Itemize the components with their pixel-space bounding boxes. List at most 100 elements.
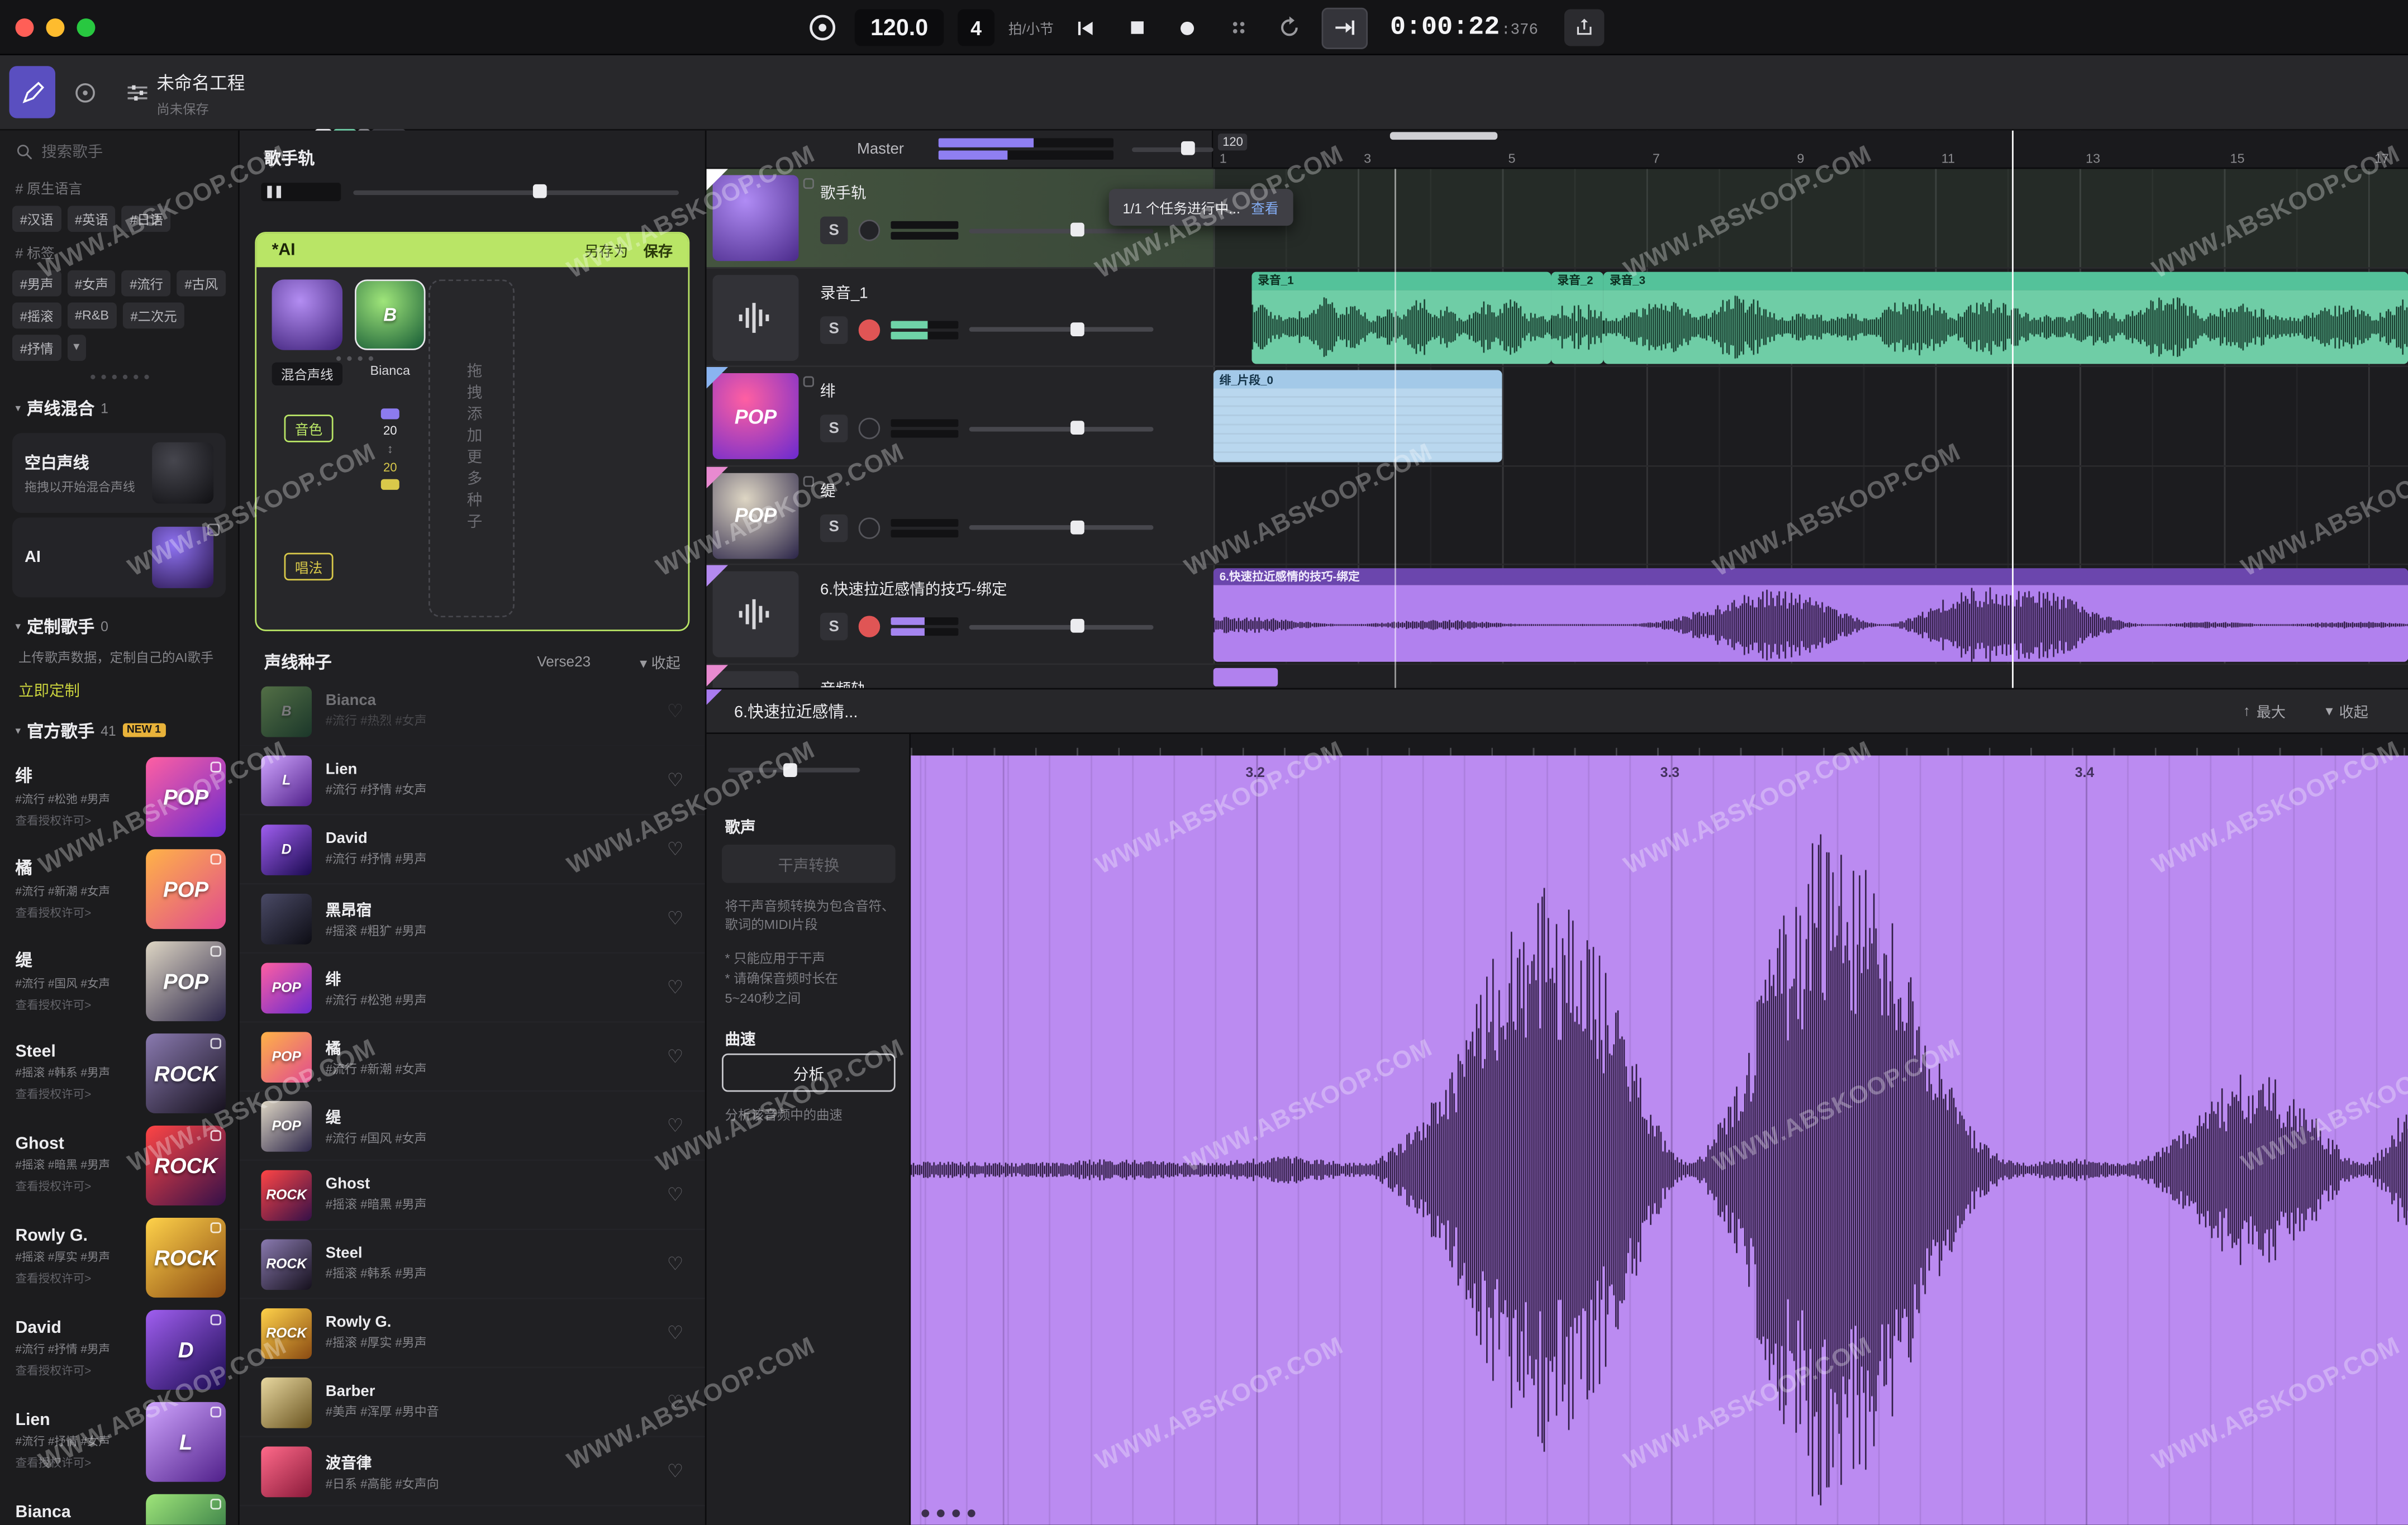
tempo-display[interactable]: 120.0 (855, 9, 944, 46)
disclosure-triangle-icon[interactable]: ▾ (15, 621, 21, 633)
disclosure-triangle-icon[interactable]: ▾ (15, 402, 21, 414)
close-window-button[interactable] (15, 18, 34, 37)
dry-vocal-convert-button[interactable]: 干声转换 (722, 845, 896, 883)
search-row[interactable] (0, 131, 238, 170)
loop-region[interactable] (1390, 132, 1497, 140)
waveform-editor[interactable]: 3.23.33.4 (911, 734, 2408, 1525)
official-singer-item[interactable]: Lien #流行 #抒情 #女声 查看授权许可> L (0, 1396, 238, 1488)
favorite-heart-icon[interactable]: ♡ (667, 1115, 684, 1136)
more-tags-button[interactable]: ▾ (67, 335, 85, 361)
arrangement-lanes[interactable]: 120 1357911131517 录音_1 录音_2 录音_3 (1213, 131, 2408, 688)
volume-slider[interactable] (969, 426, 1154, 431)
voice-seed-item[interactable]: ROCK Rowly G. #摇滚 #厚实 #男声 ♡ (240, 1299, 705, 1369)
record-arm-button[interactable] (859, 616, 880, 637)
analyze-tempo-button[interactable]: 分析 (722, 1054, 896, 1092)
singer-license-link[interactable]: 查看授权许可> (15, 1455, 110, 1471)
favorite-heart-icon[interactable]: ♡ (667, 700, 684, 722)
track-header-row[interactable]: 音频轨 S (707, 664, 1213, 688)
style-chip[interactable]: 唱法 (284, 553, 334, 580)
share-button[interactable] (1564, 9, 1604, 46)
lane-audio-track-2[interactable] (1213, 664, 2408, 688)
follow-playhead-button[interactable] (1321, 7, 1367, 48)
timbre-chip[interactable]: 音色 (284, 414, 334, 442)
solo-button[interactable]: S (820, 514, 848, 541)
official-singer-item[interactable]: Bianca #流行 #热烈 #女声 查看授权许可> B (0, 1488, 238, 1524)
voice-seed-item[interactable]: Barber #美声 #浑厚 #男中音 ♡ (240, 1368, 705, 1437)
voice-seed-item[interactable]: POP 橘 #流行 #新潮 #女声 ♡ (240, 1023, 705, 1092)
pen-tool-button[interactable] (9, 66, 55, 118)
ai-voice-card[interactable]: AI (12, 517, 226, 597)
playhead[interactable] (2012, 131, 2014, 688)
timeline-ruler[interactable]: 120 1357911131517 (1213, 131, 2408, 169)
master-volume-slider[interactable] (1131, 147, 1213, 151)
solo-button[interactable]: S (820, 316, 848, 343)
voice-seed-item[interactable]: ROCK Steel #摇滚 #韩系 #男声 ♡ (240, 1230, 705, 1299)
editor-zoom-slider[interactable] (728, 768, 860, 773)
favorite-heart-icon[interactable]: ♡ (667, 976, 684, 998)
filter-tag[interactable]: #流行 (122, 270, 170, 297)
track-header-row[interactable]: POP 绯 S (707, 367, 1213, 466)
favorite-heart-icon[interactable]: ♡ (667, 1322, 684, 1343)
solo-button[interactable]: S (820, 217, 848, 244)
favorite-heart-icon[interactable]: ♡ (667, 1460, 684, 1481)
customize-now-link[interactable]: 立即定制 (0, 671, 238, 706)
official-singer-item[interactable]: David #流行 #抒情 #男声 查看授权许可> D (0, 1304, 238, 1396)
singer-license-link[interactable]: 查看授权许可> (15, 813, 110, 830)
volume-slider[interactable] (969, 624, 1154, 628)
singer-license-link[interactable]: 查看授权许可> (15, 1179, 110, 1195)
filter-tag[interactable]: #女声 (67, 270, 116, 297)
save-as-button[interactable]: 另存为 (584, 240, 628, 261)
seed-drop-zone[interactable]: 拖拽添加更多种子 (429, 279, 515, 617)
audio-clip[interactable] (1213, 667, 1278, 685)
favorite-heart-icon[interactable]: ♡ (667, 1253, 684, 1274)
filter-tag[interactable]: #汉语 (12, 206, 61, 232)
voice-seed-item[interactable]: 波音律 #日系 #高能 #女声向 ♡ (240, 1437, 705, 1507)
lane-ti-track[interactable] (1213, 466, 2408, 565)
filter-tag[interactable]: #摇滚 (12, 303, 61, 329)
fader-handle-bottom[interactable] (381, 479, 399, 490)
select-tool-button[interactable] (61, 66, 107, 118)
official-singer-item[interactable]: Rowly G. #摇滚 #厚实 #男声 查看授权许可> ROCK (0, 1212, 238, 1304)
seeds-mode-label[interactable]: Verse23 (537, 654, 591, 670)
zoom-window-button[interactable] (77, 18, 95, 37)
favorite-heart-icon[interactable]: ♡ (667, 838, 684, 860)
fader-handle-top[interactable] (381, 408, 399, 419)
official-singer-section-header[interactable]: ▾ 官方歌手 41 NEW 1 (0, 706, 238, 751)
skip-to-start-button[interactable] (1068, 9, 1105, 46)
filter-tag[interactable]: #英语 (67, 206, 116, 232)
voice-seed-item[interactable]: ROCK Ghost #摇滚 #暗黑 #男声 ♡ (240, 1161, 705, 1230)
record-arm-button[interactable] (859, 418, 880, 439)
favorite-heart-icon[interactable]: ♡ (667, 908, 684, 929)
task-notification-toast[interactable]: 1/1 个任务进行中... 查看 (1109, 189, 1293, 226)
audio-clip[interactable]: 6.快速拉近感情的技巧-绑定 (1213, 568, 2408, 661)
loop-toggle-icon[interactable] (1270, 9, 1307, 46)
view-task-link[interactable]: 查看 (1251, 197, 1279, 217)
grid-options-icon[interactable] (1220, 9, 1257, 46)
minimize-window-button[interactable] (46, 18, 64, 37)
time-display[interactable]: 0:00:22 :376 (1390, 13, 1538, 42)
filter-tag[interactable]: #日语 (122, 206, 170, 232)
track-header-row[interactable]: 6.快速拉近感情的技巧-绑定 S (707, 565, 1213, 664)
solo-button[interactable]: S (820, 613, 848, 640)
seed-weight-fader[interactable]: 20 ↕ 20 (367, 408, 413, 490)
official-singer-item[interactable]: 缇 #流行 #国风 #女声 查看授权许可> POP (0, 935, 238, 1027)
voice-seed-item[interactable]: POP 绯 #流行 #松弛 #男声 ♡ (240, 954, 705, 1023)
lane-singer-track[interactable] (1213, 169, 2408, 268)
audio-clip[interactable]: 录音_3 (1603, 271, 2408, 363)
master-track-row[interactable]: Master (707, 131, 1213, 169)
volume-slider[interactable] (969, 525, 1154, 530)
disclosure-triangle-icon[interactable]: ▾ (15, 725, 21, 737)
record-arm-button[interactable] (859, 517, 880, 538)
favorite-heart-icon[interactable]: ♡ (667, 769, 684, 790)
favorite-heart-icon[interactable]: ♡ (667, 1391, 684, 1413)
volume-slider[interactable] (969, 327, 1154, 332)
window-controls[interactable] (15, 18, 95, 37)
voice-seed-item[interactable]: D David #流行 #抒情 #男声 ♡ (240, 816, 705, 885)
swap-icon[interactable]: ↕ (387, 442, 393, 456)
save-button[interactable]: 保存 (644, 240, 673, 261)
voice-seed-item[interactable]: 黑昂宿 #摇滚 #粗犷 #男声 ♡ (240, 884, 705, 954)
record-arm-button[interactable] (859, 318, 880, 340)
record-arm-button[interactable] (859, 220, 880, 241)
singer-license-link[interactable]: 查看授权许可> (15, 1086, 110, 1103)
voice-mix-section-header[interactable]: ▾ 声线混合 1 (0, 384, 238, 428)
